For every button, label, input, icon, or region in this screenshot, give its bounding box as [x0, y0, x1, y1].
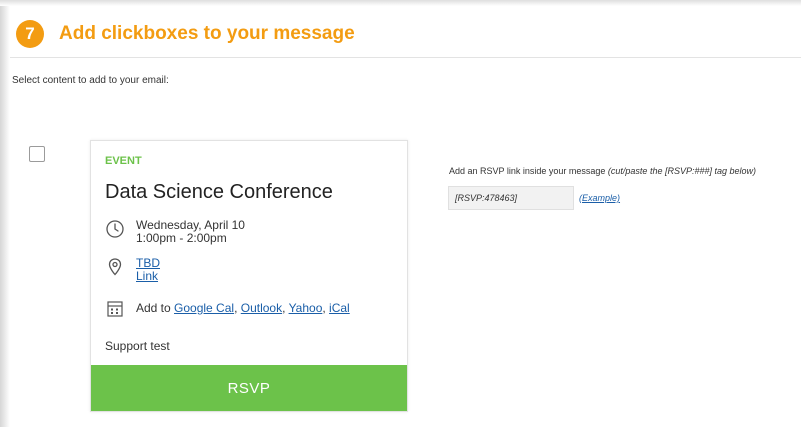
calendar-icon: [105, 299, 125, 319]
step-header: 7 Add clickboxes to your message: [16, 20, 355, 48]
clock-icon: [105, 219, 125, 239]
window-left-edge: [0, 0, 10, 427]
event-card: EVENT Data Science Conference Wednesday,…: [90, 140, 408, 412]
yahoo-link[interactable]: Yahoo: [289, 301, 323, 315]
event-calendar-row: Add to Google Cal, Outlook, Yahoo, iCal: [105, 299, 350, 319]
location-link[interactable]: Link: [136, 269, 158, 283]
header-divider: [10, 57, 801, 58]
event-select-checkbox[interactable]: [29, 146, 45, 162]
event-datetime: Wednesday, April 10 1:00pm - 2:00pm: [136, 219, 245, 245]
rsvp-instruction-hint: (cut/paste the [RSVP:###] tag below): [607, 166, 757, 176]
rsvp-tag-field[interactable]: [RSVP:478463]: [448, 186, 574, 210]
ical-link[interactable]: iCal: [329, 301, 350, 315]
event-location-row: TBD Link: [105, 257, 160, 283]
event-time: 1:00pm - 2:00pm: [136, 231, 227, 245]
google-cal-link[interactable]: Google Cal: [174, 301, 234, 315]
step-number-badge: 7: [16, 20, 44, 48]
map-pin-icon: [105, 257, 125, 277]
outlook-link[interactable]: Outlook: [241, 301, 282, 315]
example-link[interactable]: (Example): [579, 193, 620, 203]
event-title: Data Science Conference: [105, 181, 333, 203]
window-top-edge: [0, 0, 801, 6]
rsvp-instruction: Add an RSVP link inside your message (cu…: [449, 166, 756, 176]
event-location: TBD Link: [136, 257, 160, 283]
instruction-text: Select content to add to your email:: [12, 75, 169, 86]
event-type-label: EVENT: [105, 155, 142, 167]
add-to-prefix: Add to: [136, 301, 175, 315]
separator: ,: [234, 301, 241, 315]
add-to-calendar: Add to Google Cal, Outlook, Yahoo, iCal: [136, 299, 350, 317]
step-title: Add clickboxes to your message: [59, 23, 355, 44]
location-tbd-link[interactable]: TBD: [136, 256, 160, 270]
event-note: Support test: [105, 339, 170, 353]
event-datetime-row: Wednesday, April 10 1:00pm - 2:00pm: [105, 219, 245, 245]
rsvp-instruction-text: Add an RSVP link inside your message: [449, 166, 608, 176]
rsvp-button[interactable]: RSVP: [91, 365, 407, 411]
page: 7 Add clickboxes to your message Select …: [0, 0, 801, 427]
